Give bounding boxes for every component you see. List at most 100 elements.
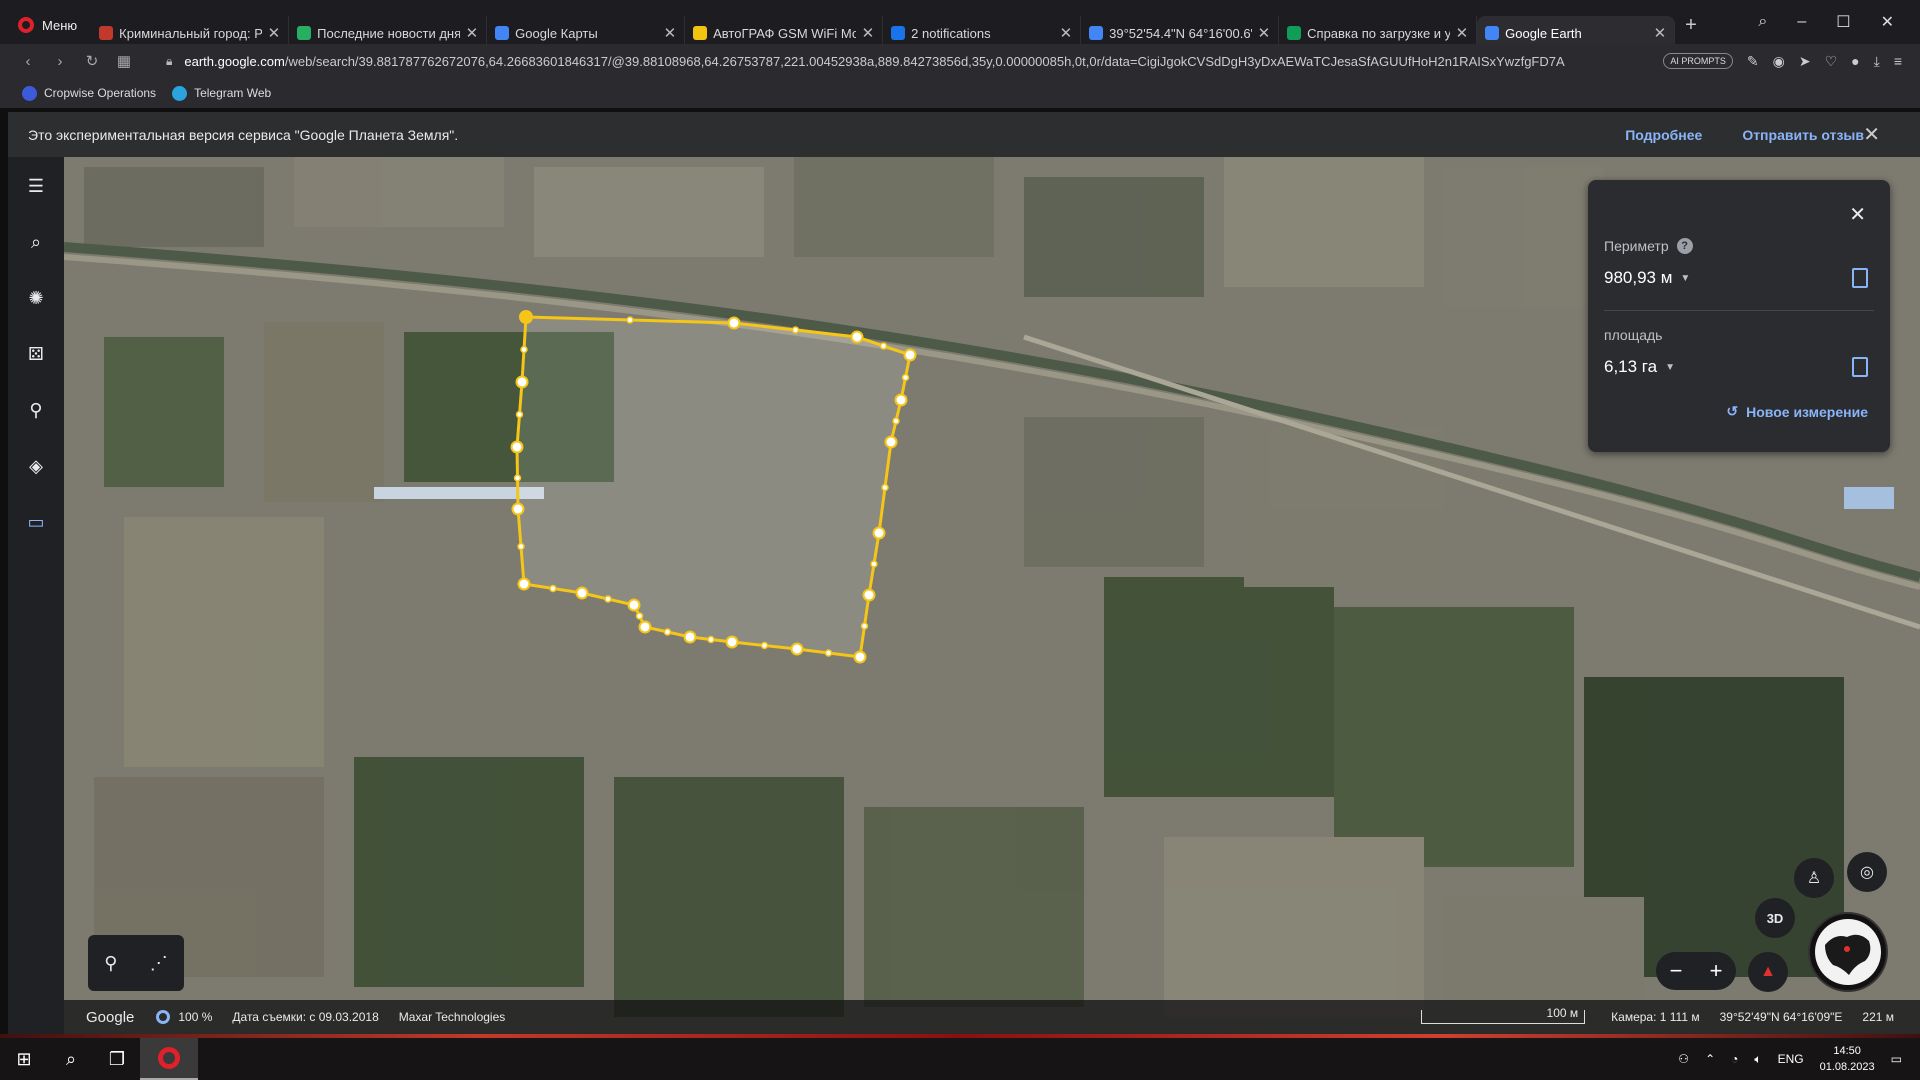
measure-ruler-icon[interactable]: ▭: [25, 511, 47, 533]
perimeter-unit-dropdown-icon[interactable]: ▼: [1680, 273, 1690, 284]
clock[interactable]: 14:50 01.08.2023: [1820, 1043, 1875, 1075]
close-tab-icon[interactable]: ✕: [664, 24, 677, 42]
copy-perimeter-icon[interactable]: [1852, 268, 1868, 288]
polygon-vertex[interactable]: [683, 630, 697, 644]
close-tab-icon[interactable]: ✕: [862, 24, 875, 42]
polygon-vertex[interactable]: [515, 375, 529, 389]
network-icon[interactable]: ◔: [1731, 1052, 1738, 1066]
maximize-button[interactable]: ☐: [1836, 12, 1850, 32]
ai-prompts-button[interactable]: AI PROMPTS: [1663, 53, 1733, 69]
add-placemark-icon[interactable]: ⚲: [104, 953, 117, 974]
projects-icon[interactable]: ⚲: [25, 399, 47, 421]
lock-icon[interactable]: 🔒︎: [166, 54, 172, 69]
polygon-midpoint[interactable]: [517, 542, 525, 551]
close-tab-icon[interactable]: ✕: [466, 24, 479, 42]
send-icon[interactable]: ➤: [1799, 53, 1811, 70]
minimize-button[interactable]: –: [1797, 13, 1806, 31]
feeling-lucky-icon[interactable]: ⚄: [25, 343, 47, 365]
polygon-midpoint[interactable]: [791, 326, 800, 334]
polygon-midpoint[interactable]: [513, 474, 522, 482]
new-measurement-button[interactable]: ↺ Новое измерение: [1726, 403, 1868, 420]
polygon-vertex[interactable]: [884, 435, 898, 449]
polygon-vertex[interactable]: [511, 502, 525, 516]
tabs-grid-icon[interactable]: ▦: [108, 52, 140, 70]
menu-icon[interactable]: ☰: [25, 175, 47, 197]
polygon-midpoint[interactable]: [892, 417, 900, 425]
polygon-vertex[interactable]: [790, 642, 804, 656]
windows-start-icon[interactable]: ⊞: [0, 1038, 48, 1080]
polygon-midpoint[interactable]: [520, 345, 528, 354]
polygon-vertex[interactable]: [510, 440, 524, 454]
polygon-midpoint[interactable]: [635, 612, 644, 620]
copy-area-icon[interactable]: [1852, 357, 1868, 377]
opera-taskbar-button[interactable]: [140, 1038, 198, 1080]
taskbar-search-icon[interactable]: ⌕: [48, 1038, 94, 1080]
polygon-midpoint[interactable]: [901, 373, 910, 382]
close-tab-icon[interactable]: ✕: [1060, 24, 1073, 42]
perimeter-value-row[interactable]: 980,93 м ▼: [1604, 268, 1874, 288]
close-tab-icon[interactable]: ✕: [268, 24, 281, 42]
polygon-vertex[interactable]: [627, 598, 641, 612]
map-style-icon[interactable]: ◈: [25, 455, 47, 477]
close-tab-icon[interactable]: ✕: [1654, 24, 1667, 42]
bookmark-telegram[interactable]: Telegram Web: [172, 85, 271, 101]
polygon-midpoint[interactable]: [626, 316, 634, 324]
polygon-vertex[interactable]: [517, 577, 531, 591]
polygon-vertex[interactable]: [903, 348, 917, 362]
polygon-midpoint[interactable]: [707, 635, 715, 644]
polygon-midpoint[interactable]: [824, 649, 833, 657]
send-feedback-link[interactable]: Отправить отзыв: [1742, 127, 1864, 143]
globe-icon[interactable]: [1808, 912, 1888, 992]
close-tab-icon[interactable]: ✕: [1456, 24, 1469, 42]
close-measure-icon[interactable]: ✕: [1849, 202, 1866, 227]
polygon-midpoint[interactable]: [549, 584, 557, 593]
easy-setup-icon[interactable]: ≡: [1894, 53, 1902, 69]
input-language[interactable]: ENG: [1778, 1052, 1804, 1066]
polygon-midpoint[interactable]: [879, 342, 888, 350]
polygon-midpoint[interactable]: [515, 410, 524, 419]
toggle-3d-button[interactable]: 3D: [1755, 898, 1795, 938]
url-field[interactable]: earth.google.com/web/search/39.881787762…: [184, 54, 1663, 69]
camera-icon[interactable]: ◉: [1773, 53, 1785, 70]
task-view-icon[interactable]: ❐: [94, 1038, 140, 1080]
close-tab-icon[interactable]: ✕: [1258, 24, 1271, 42]
area-value-row[interactable]: 6,13 га ▼: [1604, 357, 1874, 377]
volume-icon[interactable]: 🔈︎: [1754, 1052, 1761, 1067]
people-icon[interactable]: ⚇: [1678, 1052, 1689, 1066]
close-window-button[interactable]: ✕: [1881, 12, 1894, 32]
polygon-vertex[interactable]: [850, 330, 864, 344]
compass-icon[interactable]: ▲: [1748, 952, 1788, 992]
search-tabs-icon[interactable]: ⌕: [1758, 13, 1767, 31]
new-tab-button[interactable]: +: [1685, 14, 1697, 37]
polygon-vertex[interactable]: [575, 586, 589, 600]
polygon-vertex[interactable]: [894, 393, 908, 407]
pegman-icon[interactable]: ♙: [1794, 858, 1834, 898]
polygon-vertex[interactable]: [519, 310, 533, 324]
polygon-vertex[interactable]: [872, 526, 886, 540]
my-location-icon[interactable]: ◎: [1847, 852, 1887, 892]
heart-icon[interactable]: ♡: [1825, 53, 1838, 70]
opera-menu-button[interactable]: Меню: [0, 0, 91, 50]
reload-button[interactable]: ↻: [76, 52, 108, 70]
profile-icon[interactable]: ●: [1851, 53, 1859, 69]
polygon-midpoint[interactable]: [870, 560, 878, 568]
download-icon[interactable]: ⤓: [1874, 53, 1880, 70]
search-icon[interactable]: ⌕: [25, 231, 47, 253]
draw-path-icon[interactable]: ⋰: [150, 953, 168, 974]
polygon-vertex[interactable]: [725, 635, 739, 649]
bookmark-cropwise[interactable]: Cropwise Operations: [22, 85, 156, 101]
polygon-vertex[interactable]: [853, 650, 867, 664]
learn-more-link[interactable]: Подробнее: [1625, 127, 1702, 143]
polygon-midpoint[interactable]: [760, 641, 769, 650]
back-button[interactable]: ‹: [12, 53, 44, 70]
polygon-midpoint[interactable]: [881, 483, 889, 492]
polygon-midpoint[interactable]: [604, 595, 612, 603]
voyager-icon[interactable]: ✺: [25, 287, 47, 309]
polygon-vertex[interactable]: [727, 316, 741, 330]
zoom-out-button[interactable]: −: [1670, 958, 1683, 984]
show-hidden-icons-icon[interactable]: ⌃: [1705, 1052, 1715, 1066]
notifications-icon[interactable]: ▭: [1891, 1052, 1902, 1066]
imagery-provider[interactable]: Maxar Technologies: [399, 1010, 506, 1024]
polygon-midpoint[interactable]: [860, 622, 869, 630]
help-icon[interactable]: ?: [1676, 238, 1693, 254]
